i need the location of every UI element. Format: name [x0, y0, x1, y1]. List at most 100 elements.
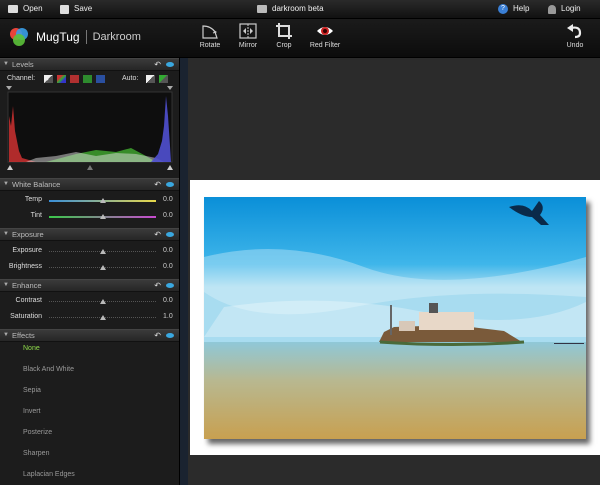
- brightness-value: 0.0: [163, 263, 173, 270]
- help-icon: ?: [498, 4, 508, 14]
- effect-invert[interactable]: Invert: [23, 408, 41, 415]
- mirror-button[interactable]: Mirror: [228, 22, 268, 49]
- red-filter-button[interactable]: Red Filter: [305, 22, 345, 49]
- contrast-slider[interactable]: [49, 299, 156, 304]
- red-eye-icon: [316, 22, 334, 40]
- undo-icon[interactable]: ↶: [154, 229, 161, 240]
- channel-all-button[interactable]: [44, 75, 53, 83]
- tint-value: 0.0: [163, 212, 173, 219]
- enhance-header[interactable]: ▼ Enhance ↶: [0, 279, 179, 292]
- disk-icon: [60, 4, 69, 14]
- collapse-triangle-icon: ▼: [3, 332, 9, 338]
- midtone-handle: [87, 165, 93, 170]
- contrast-value: 0.0: [163, 297, 173, 304]
- temp-label: Temp: [24, 196, 42, 203]
- white-balance-header[interactable]: ▼ White Balance ↶: [0, 178, 179, 191]
- temp-slider[interactable]: [49, 198, 156, 203]
- levels-header[interactable]: ▼ Levels ↶: [0, 58, 179, 71]
- contrast-label: Contrast: [15, 297, 42, 304]
- photo-image: [204, 197, 586, 439]
- brightness-slider[interactable]: [49, 265, 156, 270]
- undo-icon: [566, 22, 584, 40]
- logo-separator: [85, 30, 87, 44]
- crop-button[interactable]: Crop: [264, 22, 304, 49]
- login-button[interactable]: Login: [548, 0, 581, 18]
- photo-canvas[interactable]: [204, 197, 586, 439]
- crop-label: Crop: [276, 42, 292, 49]
- tint-label: Tint: [30, 212, 42, 219]
- folder-icon: [8, 5, 18, 13]
- saturation-slider-knob[interactable]: [99, 315, 106, 320]
- histogram-top-right-marker: [167, 86, 173, 90]
- eye-icon[interactable]: [166, 182, 174, 187]
- undo-icon[interactable]: ↶: [154, 59, 161, 70]
- logo-subtitle: Darkroom: [92, 31, 141, 43]
- effect-sharpen[interactable]: Sharpen: [23, 450, 49, 457]
- effect-none[interactable]: None: [23, 345, 40, 352]
- panel-divider[interactable]: [180, 58, 188, 485]
- exposure-header[interactable]: ▼ Exposure ↶: [0, 228, 179, 241]
- mirror-icon: [239, 22, 257, 40]
- folder-icon: [257, 5, 267, 13]
- undo-icon[interactable]: ↶: [154, 280, 161, 291]
- enhance-title: Enhance: [12, 281, 42, 290]
- collapse-triangle-icon: ▼: [3, 61, 9, 67]
- histogram-top-left-marker: [6, 86, 12, 90]
- undo-icon[interactable]: ↶: [154, 179, 161, 190]
- saturation-value: 1.0: [163, 313, 173, 320]
- mugtug-logo-icon: [10, 28, 28, 46]
- effect-laplacian-edges[interactable]: Laplacian Edges: [23, 471, 75, 478]
- temp-value: 0.0: [163, 196, 173, 203]
- auto-label: Auto:: [122, 75, 139, 82]
- channel-rgb-button[interactable]: [57, 75, 66, 83]
- save-label: Save: [74, 4, 93, 13]
- channel-green-button[interactable]: [83, 75, 92, 83]
- save-button[interactable]: Save: [60, 0, 92, 18]
- user-icon: [548, 4, 556, 14]
- channel-red-button[interactable]: [70, 75, 79, 83]
- effect-black-and-white[interactable]: Black And White: [23, 366, 74, 373]
- rotate-button[interactable]: Rotate: [190, 22, 230, 49]
- auto-levels-button[interactable]: [146, 75, 155, 83]
- effect-posterize[interactable]: Posterize: [23, 429, 52, 436]
- crop-icon: [275, 22, 293, 40]
- temp-slider-knob[interactable]: [99, 198, 106, 203]
- top-menu-bar: Open Save darkroom beta ? Help Login: [0, 0, 600, 19]
- exposure-slider-knob[interactable]: [99, 249, 106, 254]
- rotate-icon: [201, 22, 219, 40]
- contrast-slider-knob[interactable]: [99, 299, 106, 304]
- white-balance-title: White Balance: [12, 180, 61, 189]
- eye-icon[interactable]: [166, 333, 174, 338]
- channel-label: Channel:: [7, 75, 36, 82]
- channel-blue-button[interactable]: [96, 75, 105, 83]
- collapse-triangle-icon: ▼: [3, 181, 9, 187]
- levels-histogram: [6, 86, 173, 170]
- undo-button[interactable]: Undo: [555, 22, 595, 49]
- collapse-triangle-icon: ▼: [3, 282, 9, 288]
- eye-icon[interactable]: [166, 62, 174, 67]
- exposure-label: Exposure: [12, 247, 42, 254]
- open-label: Open: [23, 4, 43, 13]
- login-label: Login: [561, 4, 581, 13]
- tint-slider[interactable]: [49, 214, 156, 219]
- exposure-value: 0.0: [163, 247, 173, 254]
- effects-header[interactable]: ▼ Effects ↶: [0, 329, 179, 342]
- saturation-label: Saturation: [10, 313, 42, 320]
- undo-icon[interactable]: ↶: [154, 330, 161, 341]
- exposure-title: Exposure: [12, 230, 44, 239]
- eye-icon[interactable]: [166, 283, 174, 288]
- open-button[interactable]: Open: [8, 0, 43, 18]
- logo-name: MugTug: [36, 30, 80, 44]
- brightness-label: Brightness: [8, 263, 42, 270]
- effects-title: Effects: [12, 331, 35, 340]
- brightness-slider-knob[interactable]: [99, 265, 106, 270]
- tint-slider-knob[interactable]: [99, 214, 106, 219]
- auto-color-button[interactable]: [159, 75, 168, 83]
- effect-sepia[interactable]: Sepia: [23, 387, 41, 394]
- eye-icon[interactable]: [166, 232, 174, 237]
- logo: MugTug Darkroom: [8, 26, 141, 48]
- main-toolbar: MugTug Darkroom Rotate Mirror Crop Red F…: [0, 19, 600, 58]
- saturation-slider[interactable]: [49, 315, 156, 320]
- help-button[interactable]: ? Help: [498, 0, 529, 18]
- exposure-slider[interactable]: [49, 249, 156, 254]
